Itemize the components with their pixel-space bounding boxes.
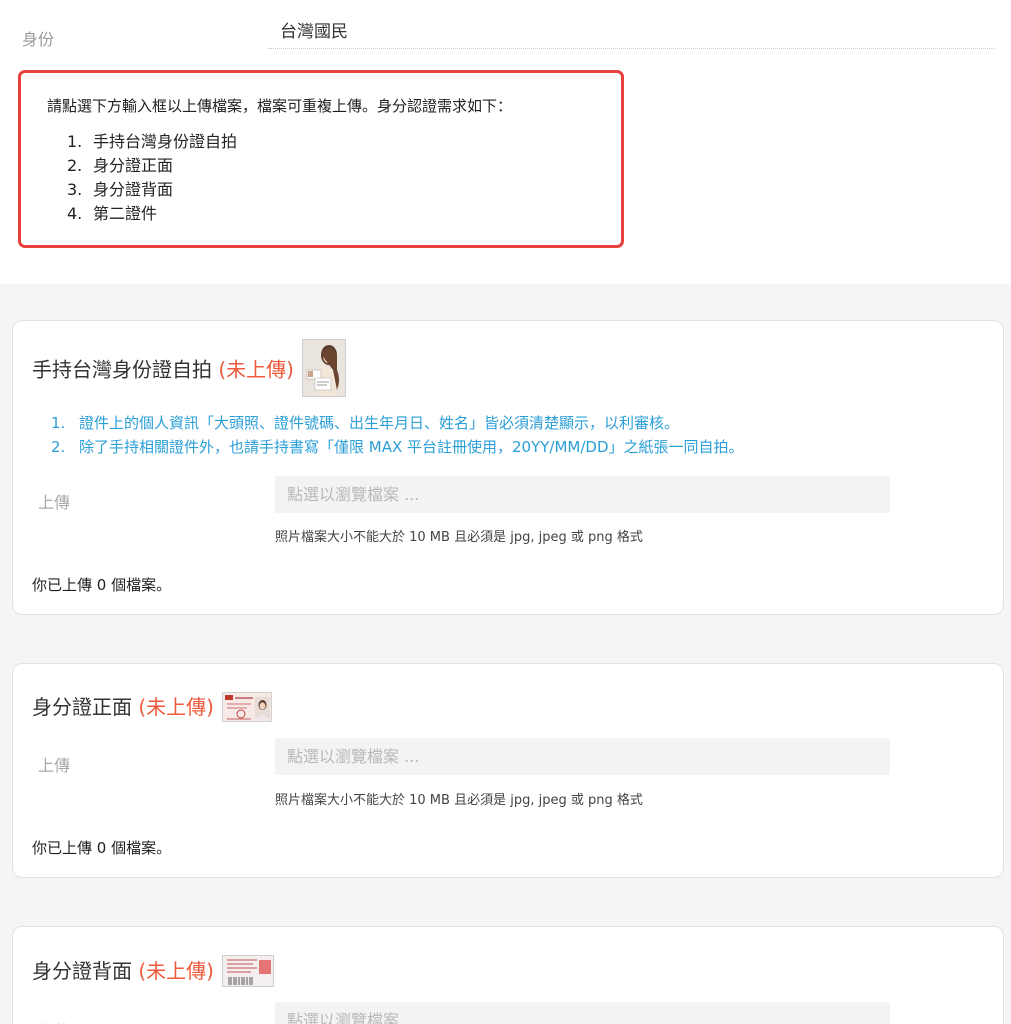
upload-status-badge: (未上傳)	[218, 357, 294, 382]
notice-list-item: 2. 身分證正面	[67, 156, 174, 175]
file-upload-input[interactable]: 點選以瀏覽檔案 ...	[275, 738, 890, 775]
identity-section: 身份 台灣國民 請點選下方輸入框以上傳檔案，檔案可重複上傳。身分認證需求如下： …	[0, 0, 1011, 284]
id-card-front-image-icon	[222, 691, 273, 722]
identity-label: 身份	[22, 30, 55, 49]
card-title: 身分證正面 (未上傳)	[32, 691, 273, 722]
file-upload-input[interactable]: 點選以瀏覽檔案 ...	[275, 1002, 890, 1024]
id-back-upload-card: 身分證背面 (未上傳) 上傳 點選以瀏覽檔案 ...	[12, 926, 1004, 1024]
notice-text: 請點選下方輸入框以上傳檔案，檔案可重複上傳。身分認證需求如下：	[47, 97, 513, 115]
uploaded-count-text: 你已上傳 0 個檔案。	[32, 839, 172, 857]
uploaded-count-text: 你已上傳 0 個檔案。	[32, 576, 172, 594]
upload-label: 上傳	[38, 1018, 70, 1024]
id-front-upload-card: 身分證正面 (未上傳) 上傳 點選以瀏覽檔案 ... 照片檔案大小不能大於 10…	[12, 663, 1004, 878]
file-upload-input[interactable]: 點選以瀏覽檔案 ...	[275, 476, 890, 513]
notice-list-item: 1. 手持台灣身份證自拍	[67, 132, 238, 151]
upload-status-badge: (未上傳)	[138, 959, 214, 983]
card-title-text: 身分證背面	[32, 959, 132, 983]
file-format-hint: 照片檔案大小不能大於 10 MB 且必須是 jpg, jpeg 或 png 格式	[275, 530, 643, 545]
file-format-hint: 照片檔案大小不能大於 10 MB 且必須是 jpg, jpeg 或 png 格式	[275, 793, 643, 808]
selfie-upload-card: 手持台灣身份證自拍 (未上傳) 1. 證件上的個人資訊「大頭照、證件號碼、出生年月…	[12, 320, 1004, 615]
upload-status-badge: (未上傳)	[138, 695, 214, 719]
selfie-with-id-photo-icon	[302, 339, 347, 397]
upload-notice-box: 請點選下方輸入框以上傳檔案，檔案可重複上傳。身分認證需求如下： 1. 手持台灣身份…	[18, 70, 624, 248]
identity-value-field[interactable]: 台灣國民	[268, 16, 994, 49]
notice-list: 1. 手持台灣身份證自拍 2. 身分證正面 3. 身分證背面 4. 第二證件	[67, 130, 237, 226]
requirement-item: 2. 除了手持相關證件外，也請手持書寫「僅限 MAX 平台註冊使用，20YY/MM…	[51, 438, 744, 456]
card-title-text: 手持台灣身份證自拍	[32, 357, 212, 382]
requirement-item: 1. 證件上的個人資訊「大頭照、證件號碼、出生年月日、姓名」皆必須清楚顯示，以利審…	[51, 414, 680, 432]
notice-list-item: 3. 身分證背面	[67, 180, 174, 199]
requirement-list: 1. 證件上的個人資訊「大頭照、證件號碼、出生年月日、姓名」皆必須清楚顯示，以利審…	[51, 411, 744, 459]
upload-label: 上傳	[38, 493, 71, 512]
card-title: 身分證背面 (未上傳)	[32, 954, 275, 987]
upload-label: 上傳	[38, 756, 71, 775]
card-title: 手持台灣身份證自拍 (未上傳)	[32, 339, 347, 397]
card-title-text: 身分證正面	[32, 695, 132, 719]
notice-list-item: 4. 第二證件	[67, 204, 158, 223]
id-card-back-image-icon	[222, 954, 275, 987]
